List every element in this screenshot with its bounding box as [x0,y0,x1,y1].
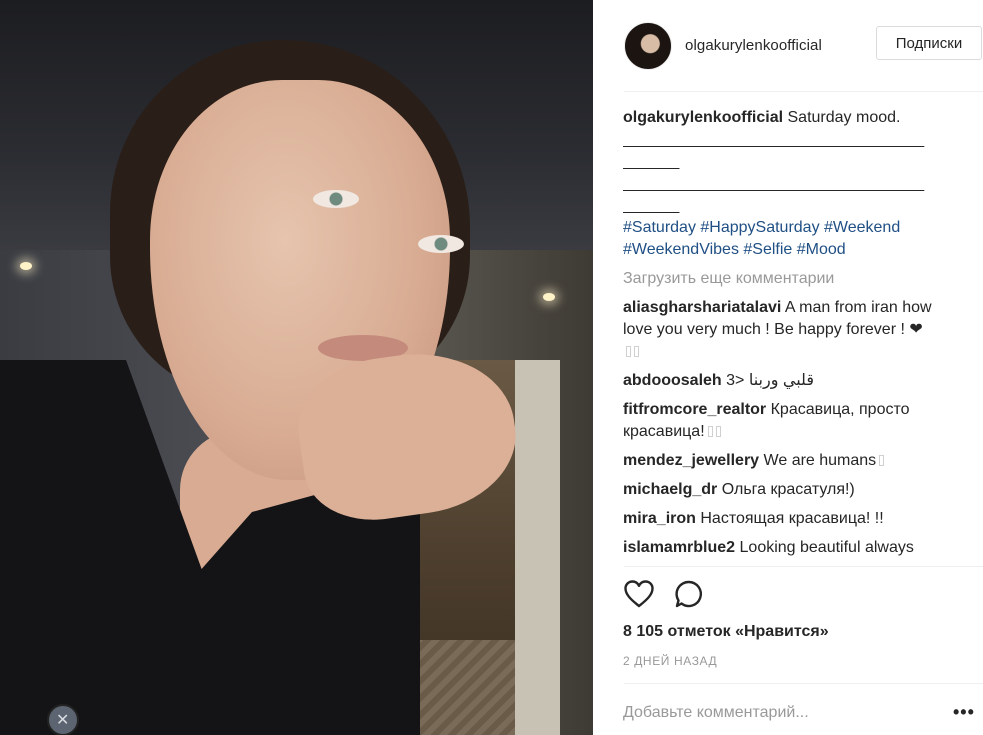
post-header: olgakurylenkoofficial Подписки [593,0,983,91]
missing-glyph [707,426,713,437]
caption-rule: ______________________________________ [623,131,924,148]
caption-hashtags-line-2[interactable]: #WeekendVibes #Selfie #Mood [623,239,963,261]
comment-username-link[interactable]: fitfromcore_realtor [623,401,766,418]
comment-icon[interactable] [673,578,705,610]
missing-glyph [879,455,885,466]
avatar[interactable] [624,21,672,70]
post-side-panel: olgakurylenkoofficial Подписки olgakuryl… [593,0,983,735]
photo-eye-right [418,235,464,253]
caption-rule: _______ [623,197,679,214]
comment-username-link[interactable]: mira_iron [623,510,696,527]
missing-glyph [626,346,631,357]
photo-door-frame [515,360,560,735]
comment-text: Looking beautiful always [739,539,914,556]
photo-shirt-button [47,704,79,735]
header-divider [624,91,983,92]
comment-item: mira_iron Настоящая красавица! !! [623,508,963,530]
comment-username-link[interactable]: michaelg_dr [623,481,717,498]
caption-text: Saturday mood. [787,109,901,126]
more-options-icon[interactable]: ••• [953,702,975,723]
comment-item: michaelg_dr Ольга красатуля!) [623,479,963,501]
comment-text: Настоящая красавица! !! [700,510,884,527]
missing-glyph [634,346,639,357]
comment-username-link[interactable]: mendez_jewellery [623,452,759,469]
photo-eye-left [313,190,359,208]
comment-username-link[interactable]: abdooosaleh [623,372,722,389]
load-more-comments-link[interactable]: Загрузить еще комментарии [623,268,963,290]
heart-icon[interactable] [623,578,655,610]
post-actions [623,578,705,610]
comment-item: aliasgharshariatalavi A man from iran ho… [623,297,963,363]
comment-username-link[interactable]: aliasgharshariatalavi [623,299,781,316]
comment-text: قلبي وربنا <3 [726,372,814,389]
photo-ceiling-light [543,293,555,301]
comment-item: fitfromcore_realtor Красавица, просто кр… [623,399,963,443]
caption-rule: _______ [623,153,679,170]
caption-rule: ______________________________________ [623,175,924,192]
actions-divider [624,566,983,567]
add-comment-input[interactable] [623,700,933,726]
comment-item: mendez_jewellery We are humans [623,450,963,472]
header-username-link[interactable]: olgakurylenkoofficial [685,37,822,54]
post-timestamp[interactable]: 2 ДНЕЙ НАЗАД [623,654,717,668]
comments-list[interactable]: olgakurylenkoofficial Saturday mood. ___… [623,107,963,567]
comment-input-divider [624,683,983,684]
comment-item: abdooosaleh قلبي وربنا <3 [623,370,963,392]
likes-count[interactable]: 8 105 отметок «Нравится» [623,623,829,641]
comment-username-link[interactable]: islamamrblue2 [623,539,735,556]
following-button[interactable]: Подписки [876,26,982,60]
comment-text: We are humans [763,452,877,469]
caption-hashtags-line-1[interactable]: #Saturday #HappySaturday #Weekend [623,217,963,239]
caption-username-link[interactable]: olgakurylenkoofficial [623,109,783,126]
photo-ceiling-light [20,262,32,270]
comment-text: Ольга красатуля!) [721,481,855,498]
comment-item: islamamrblue2 Looking beautiful always [623,537,963,559]
missing-glyph [715,426,721,437]
post-caption: olgakurylenkoofficial Saturday mood. ___… [623,107,963,261]
photo-floor [415,640,515,735]
instagram-post: olgakurylenkoofficial Подписки olgakuryl… [0,0,983,735]
post-photo[interactable] [0,0,593,735]
